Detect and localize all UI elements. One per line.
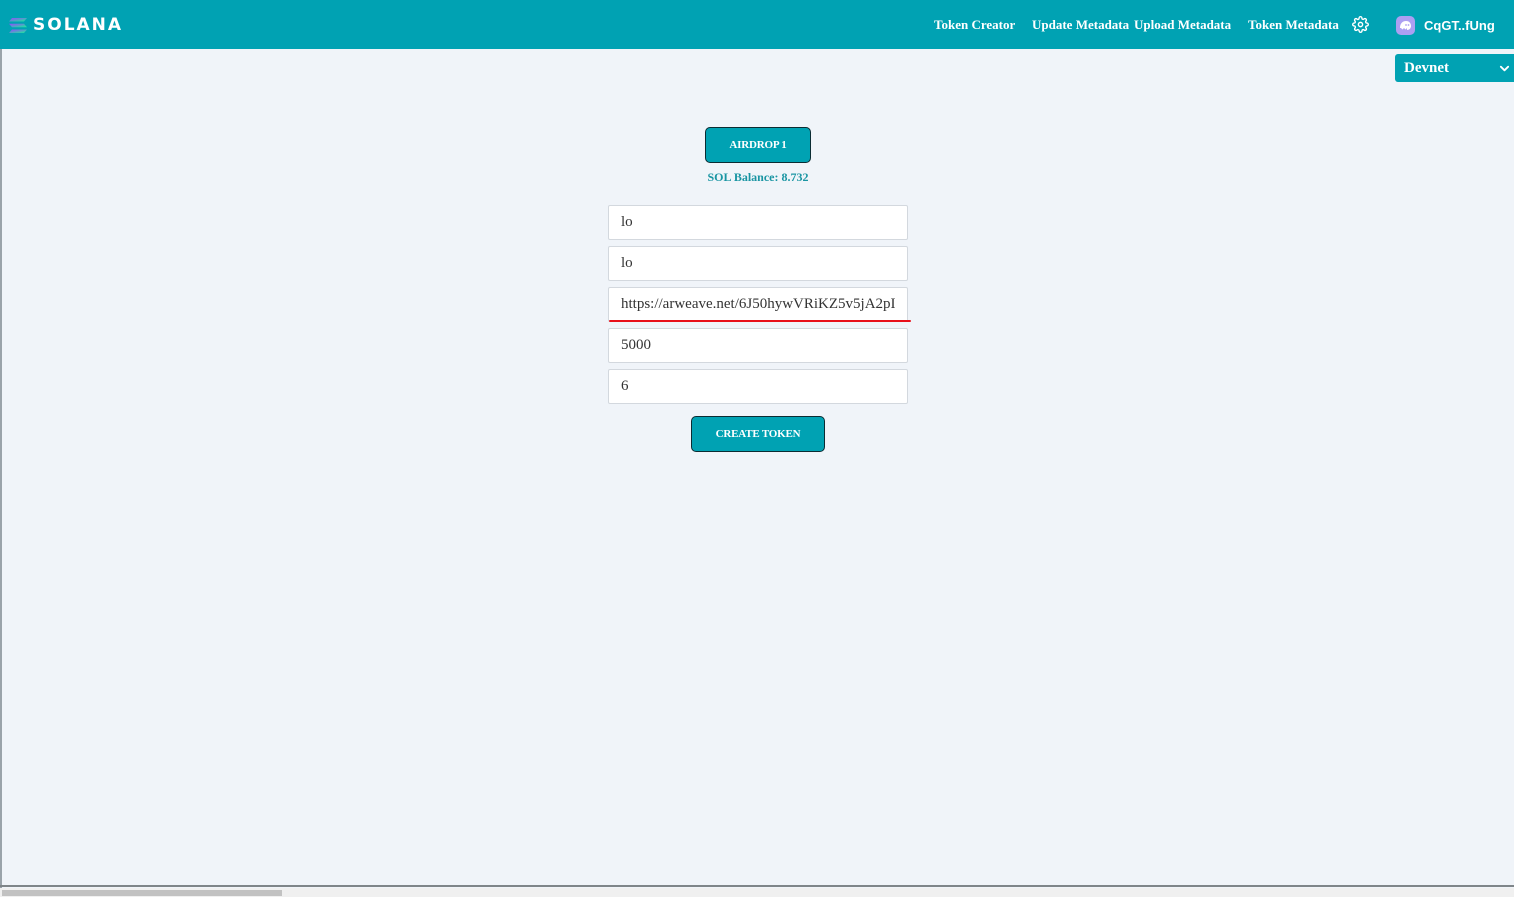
wallet-button[interactable]: CqGT..fUng bbox=[1396, 15, 1495, 35]
token-decimals-input[interactable]: 6 bbox=[608, 369, 908, 404]
nav-update-metadata[interactable]: Update Metadata bbox=[1032, 16, 1129, 34]
solana-logo-icon bbox=[9, 17, 27, 33]
nav-token-creator[interactable]: Token Creator bbox=[934, 16, 1015, 34]
scrollbar-thumb[interactable] bbox=[2, 890, 282, 896]
airdrop-button[interactable]: AIRDROP 1 bbox=[705, 127, 811, 163]
nav-upload-metadata[interactable]: Upload Metadata bbox=[1134, 16, 1231, 34]
token-symbol-input[interactable]: lo bbox=[608, 246, 908, 281]
gear-icon[interactable] bbox=[1352, 16, 1369, 33]
brand-logo[interactable]: SOLANA bbox=[9, 14, 123, 36]
wallet-address: CqGT..fUng bbox=[1424, 17, 1495, 33]
network-select[interactable]: Devnet bbox=[1395, 54, 1514, 82]
navbar: SOLANA Token Creator Update Metadata Upl… bbox=[0, 0, 1514, 49]
create-token-button[interactable]: CREATE TOKEN bbox=[691, 416, 825, 452]
highlight-underline bbox=[609, 320, 911, 322]
network-selected-value: Devnet bbox=[1404, 59, 1449, 76]
phantom-wallet-icon bbox=[1396, 15, 1415, 35]
sol-balance: SOL Balance: 8.732 bbox=[707, 170, 809, 184]
token-name-input[interactable]: lo bbox=[608, 205, 908, 240]
token-amount-input[interactable]: 5000 bbox=[608, 328, 908, 363]
metadata-uri-input[interactable]: https://arweave.net/6J50hywVRiKZ5v5jA2pI bbox=[608, 287, 908, 322]
window-bottom-border bbox=[0, 885, 1514, 887]
nav-token-metadata[interactable]: Token Metadata bbox=[1248, 16, 1339, 34]
brand-name: SOLANA bbox=[33, 15, 124, 35]
chevron-down-icon bbox=[1499, 65, 1510, 72]
